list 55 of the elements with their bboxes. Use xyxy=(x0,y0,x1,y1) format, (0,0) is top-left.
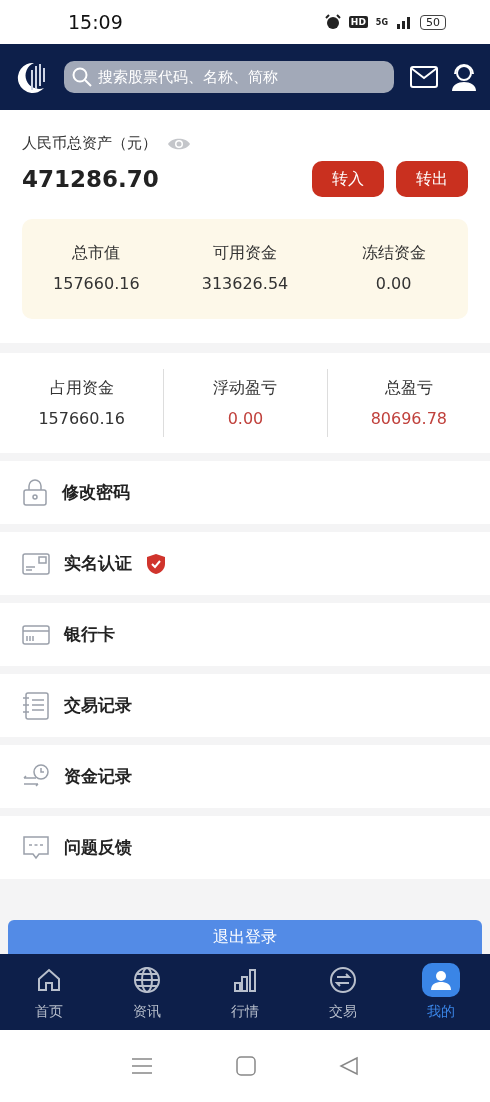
chat-bubble-icon xyxy=(22,833,50,862)
alarm-clock-icon xyxy=(324,14,341,30)
mail-icon[interactable] xyxy=(410,66,438,88)
transfer-out-button[interactable]: 转出 xyxy=(396,161,468,197)
stat-label: 总市值 xyxy=(72,243,121,264)
menu-item[interactable]: 银行卡 xyxy=(0,603,490,666)
stat-value: 80696.78 xyxy=(370,409,447,428)
exchange-icon xyxy=(329,966,357,994)
stat-label: 总盈亏 xyxy=(384,378,433,399)
total-assets-label: 人民币总资产（元） xyxy=(22,134,157,153)
bar-chart-icon xyxy=(232,967,258,993)
menu-icon[interactable] xyxy=(131,1057,154,1075)
battery-level: 50 xyxy=(420,14,446,30)
globe-icon xyxy=(133,966,161,994)
home-icon xyxy=(36,967,62,993)
stat-label: 浮动盈亏 xyxy=(213,378,278,399)
tab[interactable]: 行情 xyxy=(196,954,294,1030)
stat-value: 157660.16 xyxy=(53,274,140,293)
tab[interactable]: 首页 xyxy=(0,954,98,1030)
transfer-in-button[interactable]: 转入 xyxy=(312,161,384,197)
tab[interactable]: 资讯 xyxy=(98,954,196,1030)
menu-item[interactable]: 资金记录 xyxy=(0,745,490,808)
tab[interactable]: 交易 xyxy=(294,954,392,1030)
home-square-icon[interactable] xyxy=(236,1056,256,1076)
stat-value: 157660.16 xyxy=(38,409,125,428)
lock-icon xyxy=(22,478,48,507)
menu-item[interactable]: 修改密码 xyxy=(0,461,490,524)
menu-label: 实名认证 xyxy=(64,552,132,575)
total-assets-value: 471286.70 xyxy=(22,166,159,192)
network-type: 5G xyxy=(375,17,388,27)
notebook-icon xyxy=(22,691,50,720)
headset-person-icon[interactable] xyxy=(450,62,478,92)
stat-value: 0.00 xyxy=(375,274,412,293)
tab[interactable]: 我的 xyxy=(392,954,490,1030)
stat-label: 冻结资金 xyxy=(361,243,426,264)
signal-icon xyxy=(396,15,412,29)
menu-label: 修改密码 xyxy=(62,481,130,504)
menu-item[interactable]: 问题反馈 xyxy=(0,816,490,879)
menu-label: 资金记录 xyxy=(64,765,132,788)
id-card-icon xyxy=(22,551,50,576)
menu-label: 交易记录 xyxy=(64,694,132,717)
menu-item[interactable]: 实名认证 xyxy=(0,532,490,595)
hd-indicator: HD xyxy=(348,16,368,28)
search-field[interactable]: 搜索股票代码、名称、简称 xyxy=(64,61,394,93)
status-time: 15:09 xyxy=(68,11,123,33)
menu-label: 银行卡 xyxy=(64,623,115,646)
bank-card-icon xyxy=(22,623,50,646)
stat-value: 0.00 xyxy=(227,409,264,428)
stat-label: 可用资金 xyxy=(213,243,277,264)
menu-label: 问题反馈 xyxy=(64,836,132,859)
person-icon xyxy=(429,968,453,992)
back-icon[interactable] xyxy=(338,1056,359,1076)
stat-label: 占用资金 xyxy=(49,378,114,399)
stat-value: 313626.54 xyxy=(201,274,289,293)
menu-item[interactable]: 交易记录 xyxy=(0,674,490,737)
